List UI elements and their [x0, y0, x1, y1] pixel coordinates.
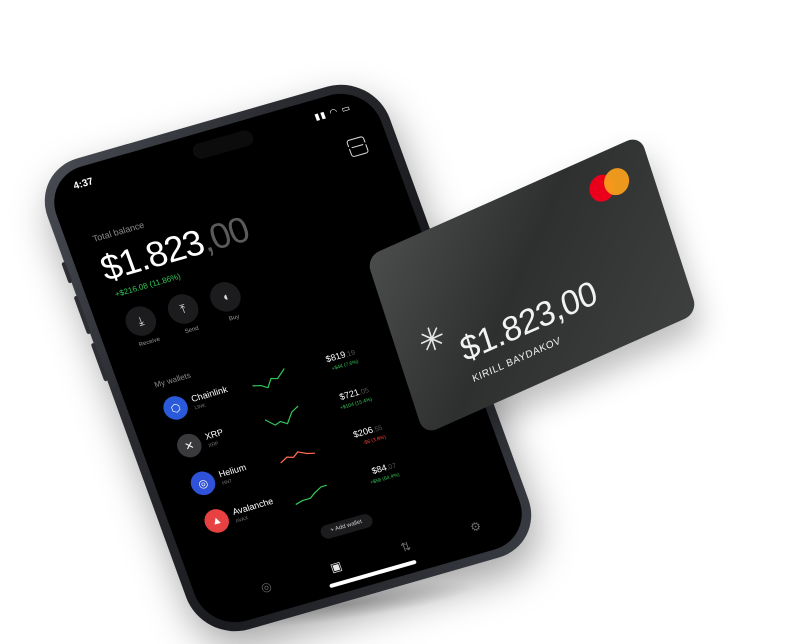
dynamic-island [190, 128, 256, 161]
mastercard-logo [586, 163, 635, 208]
wallet-ticker: AVAX [235, 515, 250, 525]
my-wallets-title: My wallets [153, 370, 193, 390]
star-icon: ✳ [414, 316, 450, 363]
helium-icon: ◎ [187, 468, 219, 498]
wallet-price-cents: ,07 [385, 462, 398, 472]
wallet-ticker: XRP [207, 440, 220, 450]
upload-icon: ⤒ [163, 290, 203, 328]
download-icon: ⤓ [121, 302, 161, 340]
wallet-name: XRP [203, 427, 225, 442]
payment-card: ✳ $1.823,00 KIRILL BAYDAKOV [366, 135, 698, 435]
gear-icon[interactable]: ⚙ [464, 517, 488, 536]
scan-icon[interactable] [345, 135, 370, 158]
send-button[interactable]: ⤒ Send [163, 290, 209, 337]
xrp-icon: ✕ [173, 430, 205, 461]
buy-label: Buy [228, 314, 241, 323]
wallet-sparkline [252, 368, 285, 389]
wallet-name: Helium [217, 462, 248, 480]
status-icons: ▮▮ ◠ ▭ [313, 102, 353, 123]
stage: 4:37 ▮▮ ◠ ▭ Total balance $1.823,00 +$21… [0, 0, 800, 644]
chainlink-icon: ⬡ [159, 393, 192, 423]
wallet-icon[interactable]: ▣ [324, 557, 348, 576]
buy-button[interactable]: ◖ Buy [205, 278, 251, 325]
swap-icon[interactable]: ⇅ [394, 537, 418, 556]
bag-icon: ◖ [205, 278, 245, 316]
send-label: Send [184, 325, 200, 336]
receive-label: Receive [138, 336, 162, 349]
avalanche-icon: ▲ [201, 506, 233, 536]
coin-icon[interactable]: ◎ [254, 578, 278, 597]
wallet-ticker: HNT [221, 478, 234, 487]
wallet-price-cents: ,19 [344, 349, 357, 359]
wallet-ticker: LINK [193, 402, 207, 412]
wallet-price-cents: ,05 [358, 387, 371, 397]
receive-button[interactable]: ⤓ Receive [121, 302, 166, 349]
status-time: 4:37 [72, 176, 96, 193]
wallet-price-cents: ,55 [371, 424, 384, 435]
wallet-name: Chainlink [189, 384, 229, 404]
